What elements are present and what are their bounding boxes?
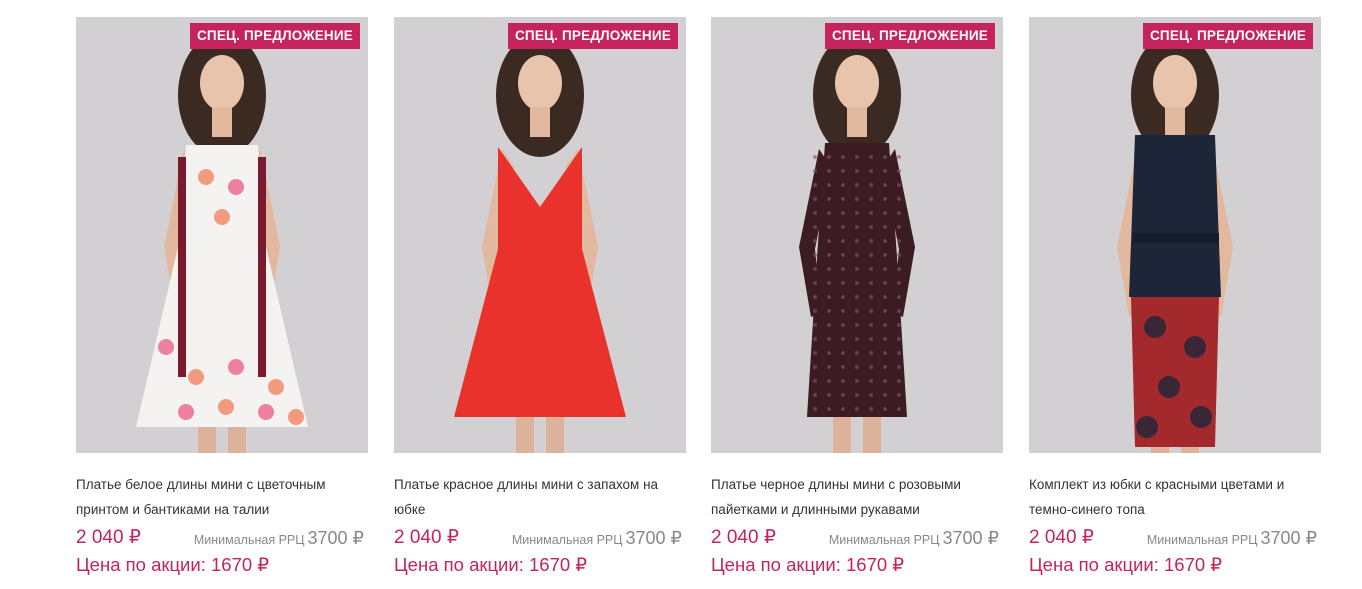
product-card[interactable]: СПЕЦ. ПРЕДЛОЖЕНИЕ Платье красное длины м… <box>394 17 686 576</box>
price-row: 2 040 ₽ Минимальная РРЦ 3700 ₽ <box>76 526 368 552</box>
rrc-price: Минимальная РРЦ 3700 ₽ <box>512 528 682 549</box>
product-price: 2 040 ₽ <box>394 527 459 548</box>
special-offer-badge: СПЕЦ. ПРЕДЛОЖЕНИЕ <box>507 23 678 49</box>
price-row: 2 040 ₽ Минимальная РРЦ 3700 ₽ <box>394 526 686 552</box>
face-shape <box>518 55 562 111</box>
product-image[interactable]: СПЕЦ. ПРЕДЛОЖЕНИЕ <box>711 17 1003 453</box>
product-card[interactable]: СПЕЦ. ПРЕДЛОЖЕНИЕ Комплект из юбки с кра… <box>1029 17 1321 576</box>
product-name-link[interactable]: Комплект из юбки с красными цветами и те… <box>1029 472 1321 522</box>
product-image[interactable]: СПЕЦ. ПРЕДЛОЖЕНИЕ <box>76 17 368 453</box>
belt <box>1133 233 1219 243</box>
rrc-price: Минимальная РРЦ 3700 ₽ <box>1147 528 1317 549</box>
rrc-label: Минимальная РРЦ <box>193 533 305 547</box>
rrc-label: Минимальная РРЦ <box>1146 533 1258 547</box>
promo-price: Цена по акции: 1670 ₽ <box>711 554 905 575</box>
rrc-price: Минимальная РРЦ 3700 ₽ <box>829 528 999 549</box>
product-price: 2 040 ₽ <box>76 527 141 548</box>
product-card[interactable]: СПЕЦ. ПРЕДЛОЖЕНИЕ Платье белое длины мин… <box>76 17 368 576</box>
dress-shape <box>1129 135 1221 297</box>
rrc-value: 3700 ₽ <box>307 528 365 548</box>
rrc-label: Минимальная РРЦ <box>828 533 940 547</box>
special-offer-badge: СПЕЦ. ПРЕДЛОЖЕНИЕ <box>824 23 995 49</box>
special-offer-badge: СПЕЦ. ПРЕДЛОЖЕНИЕ <box>1142 23 1313 49</box>
promo-price: Цена по акции: 1670 ₽ <box>76 554 270 575</box>
face-shape <box>200 55 244 111</box>
face-shape <box>835 55 879 111</box>
product-card[interactable]: СПЕЦ. ПРЕДЛОЖЕНИЕ Платье черное длины ми… <box>711 17 1003 576</box>
product-name-link[interactable]: Платье белое длины мини с цветочным прин… <box>76 472 368 522</box>
product-name-link[interactable]: Платье черное длины мини с розовыми пайе… <box>711 472 1003 522</box>
product-price: 2 040 ₽ <box>711 527 776 548</box>
product-price: 2 040 ₽ <box>1029 527 1094 548</box>
rrc-value: 3700 ₽ <box>1260 528 1318 548</box>
model-photo <box>76 17 368 453</box>
face-shape <box>1153 55 1197 111</box>
promo-price: Цена по акции: 1670 ₽ <box>394 554 588 575</box>
product-name-link[interactable]: Платье красное длины мини с запахом на ю… <box>394 472 686 522</box>
rrc-price: Минимальная РРЦ 3700 ₽ <box>194 528 364 549</box>
price-row: 2 040 ₽ Минимальная РРЦ 3700 ₽ <box>1029 526 1321 552</box>
model-photo <box>1029 17 1321 453</box>
special-offer-badge: СПЕЦ. ПРЕДЛОЖЕНИЕ <box>189 23 360 49</box>
rrc-value: 3700 ₽ <box>942 528 1000 548</box>
product-image[interactable]: СПЕЦ. ПРЕДЛОЖЕНИЕ <box>1029 17 1321 453</box>
model-photo <box>711 17 1003 453</box>
rrc-value: 3700 ₽ <box>625 528 683 548</box>
rrc-label: Минимальная РРЦ <box>511 533 623 547</box>
promo-price: Цена по акции: 1670 ₽ <box>1029 554 1223 575</box>
product-image[interactable]: СПЕЦ. ПРЕДЛОЖЕНИЕ <box>394 17 686 453</box>
model-photo <box>394 17 686 453</box>
price-row: 2 040 ₽ Минимальная РРЦ 3700 ₽ <box>711 526 1003 552</box>
